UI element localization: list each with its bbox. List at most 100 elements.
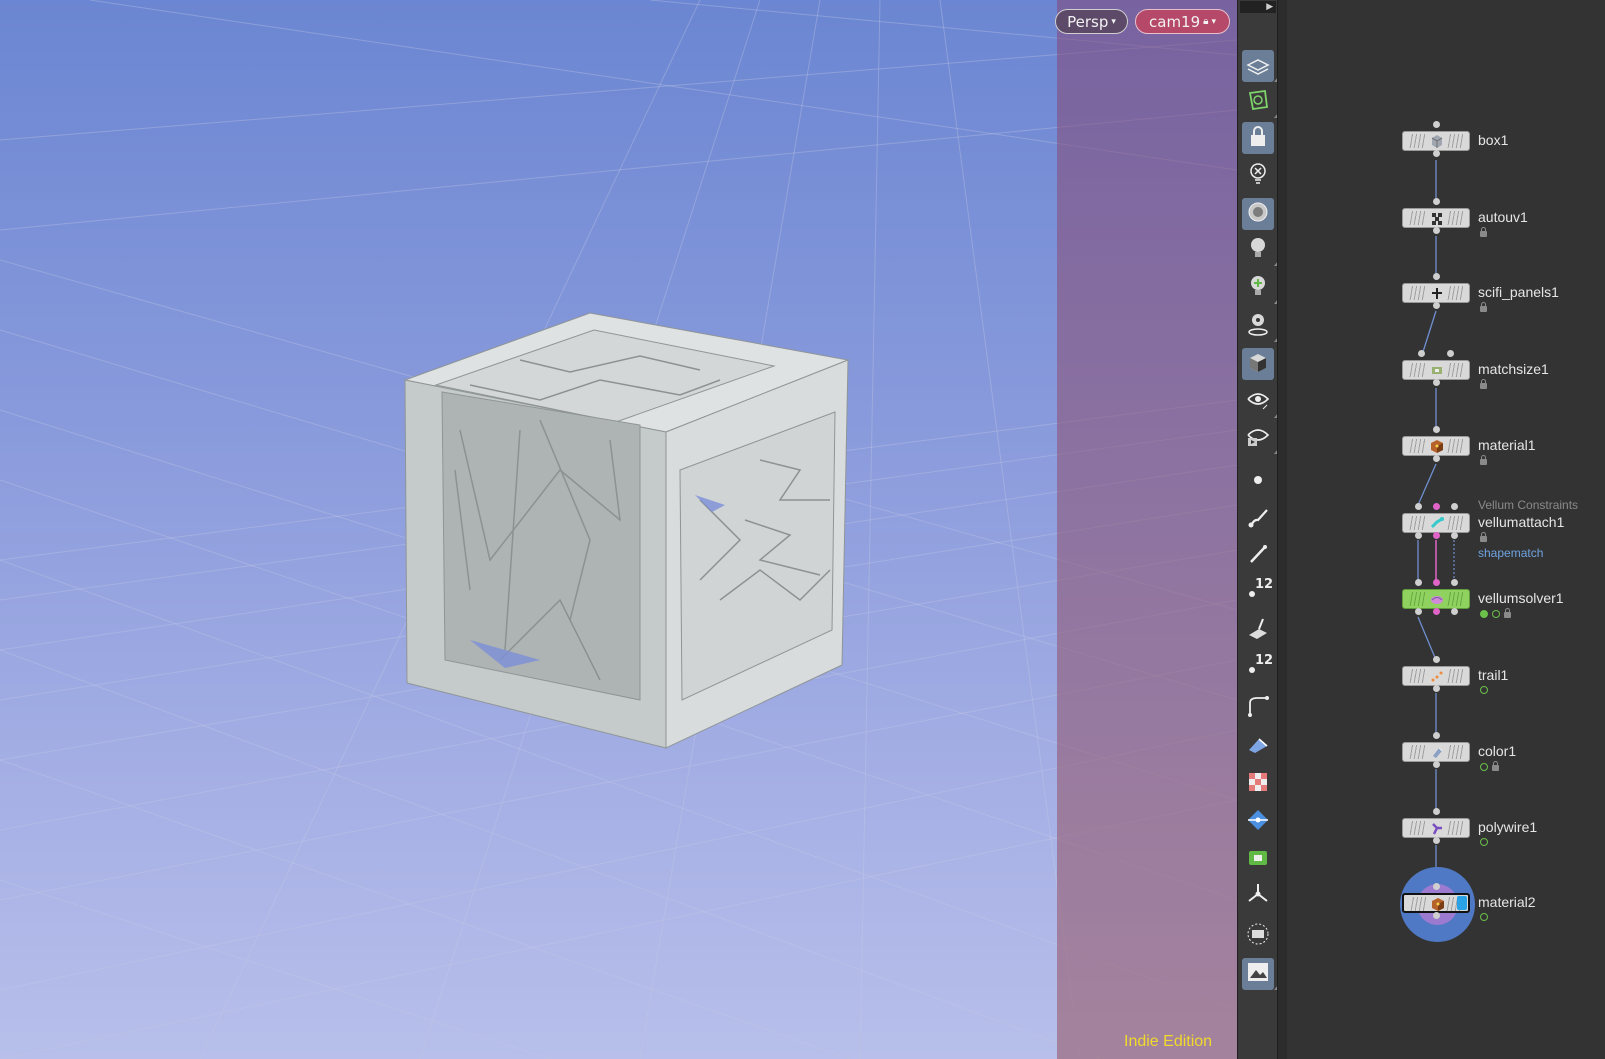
- template-flag[interactable]: [1447, 592, 1463, 606]
- connector-dot[interactable]: [1433, 761, 1440, 768]
- connector-dot[interactable]: [1433, 227, 1440, 234]
- connector-dot[interactable]: [1433, 685, 1440, 692]
- render-visibility-icon: [1245, 423, 1271, 453]
- display-flag[interactable]: [1457, 896, 1467, 910]
- display-options-button[interactable]: [1242, 50, 1278, 82]
- lock-camera-button[interactable]: [1242, 122, 1274, 154]
- connector-dot[interactable]: [1433, 121, 1440, 128]
- bypass-flag[interactable]: [1409, 745, 1425, 759]
- connector-dot[interactable]: [1433, 379, 1440, 386]
- toolbar-expand-button[interactable]: ▶: [1240, 1, 1276, 13]
- node-color1[interactable]: [1402, 742, 1470, 762]
- node-autouv1[interactable]: [1402, 208, 1470, 228]
- node-box1[interactable]: [1402, 131, 1470, 151]
- connector-dot[interactable]: [1451, 579, 1458, 586]
- bypass-flag[interactable]: [1410, 897, 1426, 911]
- primitive-numbers-button[interactable]: 12: [1242, 650, 1274, 682]
- bypass-flag[interactable]: [1409, 363, 1425, 377]
- network-editor[interactable]: box1 autouv1 scifi_panels1 matchsize1 materi…: [1287, 0, 1605, 1059]
- brush-icon: [1245, 505, 1271, 535]
- bypass-flag[interactable]: [1409, 516, 1425, 530]
- bypass-flag[interactable]: [1409, 439, 1425, 453]
- connector-dot[interactable]: [1415, 532, 1422, 539]
- node-material1[interactable]: [1402, 436, 1470, 456]
- template-flag[interactable]: [1447, 745, 1463, 759]
- bypass-flag[interactable]: [1409, 134, 1425, 148]
- hide-button[interactable]: [1242, 160, 1274, 192]
- bypass-flag[interactable]: [1409, 669, 1425, 683]
- pen-button[interactable]: [1242, 540, 1274, 572]
- node-label: material1: [1478, 437, 1536, 453]
- connector-dot[interactable]: [1433, 656, 1440, 663]
- brush-button[interactable]: [1242, 504, 1274, 536]
- camera-button[interactable]: cam19 🔒︎ ▾: [1135, 9, 1230, 34]
- template-button[interactable]: [1242, 844, 1274, 876]
- node-vellumattach1[interactable]: [1402, 513, 1470, 533]
- snapping-button[interactable]: [1242, 86, 1278, 118]
- safe-area-button[interactable]: [1242, 920, 1274, 952]
- node-polywire1[interactable]: [1402, 818, 1470, 838]
- connector-dot[interactable]: [1433, 883, 1440, 890]
- bypass-flag[interactable]: [1409, 211, 1425, 225]
- connector-dot[interactable]: [1433, 579, 1440, 586]
- connector-dot[interactable]: [1415, 579, 1422, 586]
- connector-dot[interactable]: [1433, 273, 1440, 280]
- light-button[interactable]: [1242, 234, 1278, 266]
- node-matchsize1[interactable]: [1402, 360, 1470, 380]
- uv-checker-button[interactable]: [1242, 768, 1274, 800]
- connector-dot[interactable]: [1433, 150, 1440, 157]
- connector-dot[interactable]: [1415, 503, 1422, 510]
- node-material2[interactable]: [1402, 893, 1470, 913]
- connector-dot[interactable]: [1433, 912, 1440, 919]
- connector-dot[interactable]: [1433, 732, 1440, 739]
- node-scifi_panels1[interactable]: [1402, 283, 1470, 303]
- connector-dot[interactable]: [1433, 532, 1440, 539]
- connector-dot[interactable]: [1433, 503, 1440, 510]
- render-visibility-button[interactable]: [1242, 422, 1278, 454]
- connector-dot[interactable]: [1415, 608, 1422, 615]
- point-button[interactable]: [1242, 466, 1274, 498]
- ghost-button[interactable]: [1242, 198, 1274, 230]
- connector-dot[interactable]: [1433, 198, 1440, 205]
- point-light-button[interactable]: [1242, 310, 1278, 342]
- node-label: color1: [1478, 743, 1517, 759]
- transform-button[interactable]: [1242, 880, 1274, 912]
- template-flag[interactable]: [1447, 211, 1463, 225]
- curve-button[interactable]: [1242, 692, 1274, 724]
- connector-dot[interactable]: [1451, 608, 1458, 615]
- bypass-flag[interactable]: [1409, 592, 1425, 606]
- connector-dot[interactable]: [1451, 532, 1458, 539]
- background-image-button[interactable]: [1242, 958, 1278, 990]
- normals-button[interactable]: [1242, 614, 1274, 646]
- template-flag[interactable]: [1447, 134, 1463, 148]
- connector-dot[interactable]: [1433, 608, 1440, 615]
- node-vellumsolver1[interactable]: [1402, 589, 1470, 609]
- bypass-flag[interactable]: [1409, 821, 1425, 835]
- shading-button[interactable]: [1242, 348, 1274, 380]
- template-flag[interactable]: [1447, 669, 1463, 683]
- connector-dot[interactable]: [1433, 808, 1440, 815]
- template-flag[interactable]: [1447, 439, 1463, 453]
- connector-dot[interactable]: [1433, 302, 1440, 309]
- connector-dot[interactable]: [1451, 503, 1458, 510]
- visibility-button[interactable]: [1242, 386, 1278, 418]
- connector-dot[interactable]: [1447, 350, 1454, 357]
- normals-icon: [1245, 615, 1271, 645]
- bypass-flag[interactable]: [1409, 286, 1425, 300]
- connector-dot[interactable]: [1433, 837, 1440, 844]
- scene-viewport[interactable]: Persp ▾ cam19 🔒︎ ▾ Indie Edition: [0, 0, 1237, 1059]
- template-flag[interactable]: [1447, 516, 1463, 530]
- snapping-icon: [1245, 87, 1271, 117]
- connector-dot[interactable]: [1418, 350, 1425, 357]
- connector-dot[interactable]: [1433, 455, 1440, 462]
- view-persp-button[interactable]: Persp ▾: [1055, 9, 1128, 34]
- node-trail1[interactable]: [1402, 666, 1470, 686]
- template-flag[interactable]: [1447, 821, 1463, 835]
- handle-button[interactable]: [1242, 806, 1274, 838]
- point-numbers-button[interactable]: 12: [1242, 574, 1274, 606]
- plane-button[interactable]: [1242, 730, 1274, 762]
- template-flag[interactable]: [1447, 363, 1463, 377]
- template-flag[interactable]: [1447, 286, 1463, 300]
- connector-dot[interactable]: [1433, 426, 1440, 433]
- add-light-button[interactable]: [1242, 272, 1278, 304]
